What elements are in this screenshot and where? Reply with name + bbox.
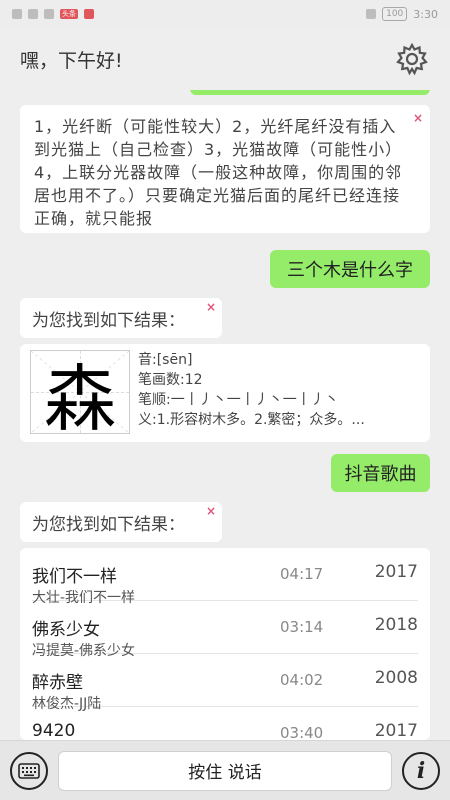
bottom-bar: 按住 说话 i: [0, 740, 450, 800]
keyboard-icon[interactable]: [10, 751, 48, 790]
status-icons-left: 头条: [12, 9, 94, 19]
close-icon[interactable]: ×: [206, 300, 216, 314]
header: 嘿，下午好!: [0, 28, 450, 90]
answer-text: 1，光纤断（可能性较大）2，光纤尾纤没有插入到光猫上（自己检查）3，光猫故障（可…: [34, 117, 403, 228]
status-bar: 头条 100 3:30: [0, 0, 450, 28]
song-list[interactable]: 我们不一样 大壮-我们不一样 04:17 2017 佛系少女 冯提莫-佛系少女 …: [20, 548, 430, 740]
greeting-text: 嘿，下午好!: [20, 49, 123, 72]
character-stroke-order: 笔顺:一丨丿丶一丨丿丶一丨丿丶: [138, 392, 339, 408]
chat-area[interactable]: × 1，光纤断（可能性较大）2，光纤尾纤没有插入到光猫上（自己检查）3，光猫故障…: [0, 90, 450, 740]
song-year: 2017: [374, 562, 418, 582]
usb-icon: [44, 9, 54, 19]
song-title: 佛系少女: [32, 620, 100, 640]
song-row[interactable]: 佛系少女 冯提莫-佛系少女 03:14 2018: [32, 601, 418, 659]
character-pinyin: 音:[sēn]: [138, 352, 193, 368]
song-year: 2008: [374, 668, 418, 688]
previous-user-bubble: [190, 90, 430, 95]
result-label: 为您找到如下结果：: [32, 310, 185, 331]
result-label-card: 为您找到如下结果： ×: [20, 298, 222, 338]
user-query-bubble: 抖音歌曲: [331, 454, 430, 492]
character-card[interactable]: 森 音:[sēn] 笔画数:12 笔顺:一丨丿丶一丨丿丶一丨丿丶 义:1.形容树…: [20, 344, 430, 442]
character-meaning: 义:1.形容树木多。2.繁密；众多。...: [138, 412, 365, 428]
gear-icon[interactable]: [394, 41, 430, 77]
song-row[interactable]: 9420 03:40 2017: [32, 707, 418, 740]
song-duration: 03:40: [280, 724, 324, 740]
status-time: 3:30: [413, 7, 438, 21]
close-icon[interactable]: ×: [413, 107, 424, 130]
character-grid: 森: [30, 350, 130, 434]
alarm-icon: [366, 9, 377, 19]
user-query-bubble: 三个木是什么字: [270, 250, 430, 288]
song-row[interactable]: 醉赤壁 林俊杰-JJ陆 04:02 2008: [32, 654, 418, 712]
song-title: 醉赤壁: [32, 673, 83, 693]
song-title: 我们不一样: [32, 567, 117, 587]
song-duration: 03:14: [280, 618, 324, 636]
wifi-icon: [28, 9, 38, 19]
info-icon[interactable]: i: [402, 751, 440, 790]
hold-to-talk-button[interactable]: 按住 说话: [58, 750, 392, 791]
notification-badge-icon: 头条: [60, 9, 78, 19]
character-strokes: 笔画数:12: [138, 372, 203, 388]
song-duration: 04:17: [280, 565, 324, 583]
song-row[interactable]: 我们不一样 大壮-我们不一样 04:17 2017: [32, 548, 418, 606]
song-year: 2017: [374, 721, 418, 740]
signal-icon: [12, 9, 22, 19]
battery-indicator: 100: [382, 7, 408, 21]
character-glyph: 森: [43, 356, 116, 434]
character-info: 音:[sēn] 笔画数:12 笔顺:一丨丿丶一丨丿丶一丨丿丶 义:1.形容树木多…: [138, 350, 420, 436]
status-icons-right: 100 3:30: [366, 7, 438, 21]
result-label: 为您找到如下结果：: [32, 514, 185, 535]
song-title: 9420: [32, 721, 76, 740]
app-notification-icon: [84, 9, 94, 19]
result-label-card: 为您找到如下结果： ×: [20, 502, 222, 542]
answer-card: × 1，光纤断（可能性较大）2，光纤尾纤没有插入到光猫上（自己检查）3，光猫故障…: [20, 105, 430, 233]
song-year: 2018: [374, 615, 418, 635]
close-icon[interactable]: ×: [206, 504, 216, 518]
song-duration: 04:02: [280, 671, 324, 689]
